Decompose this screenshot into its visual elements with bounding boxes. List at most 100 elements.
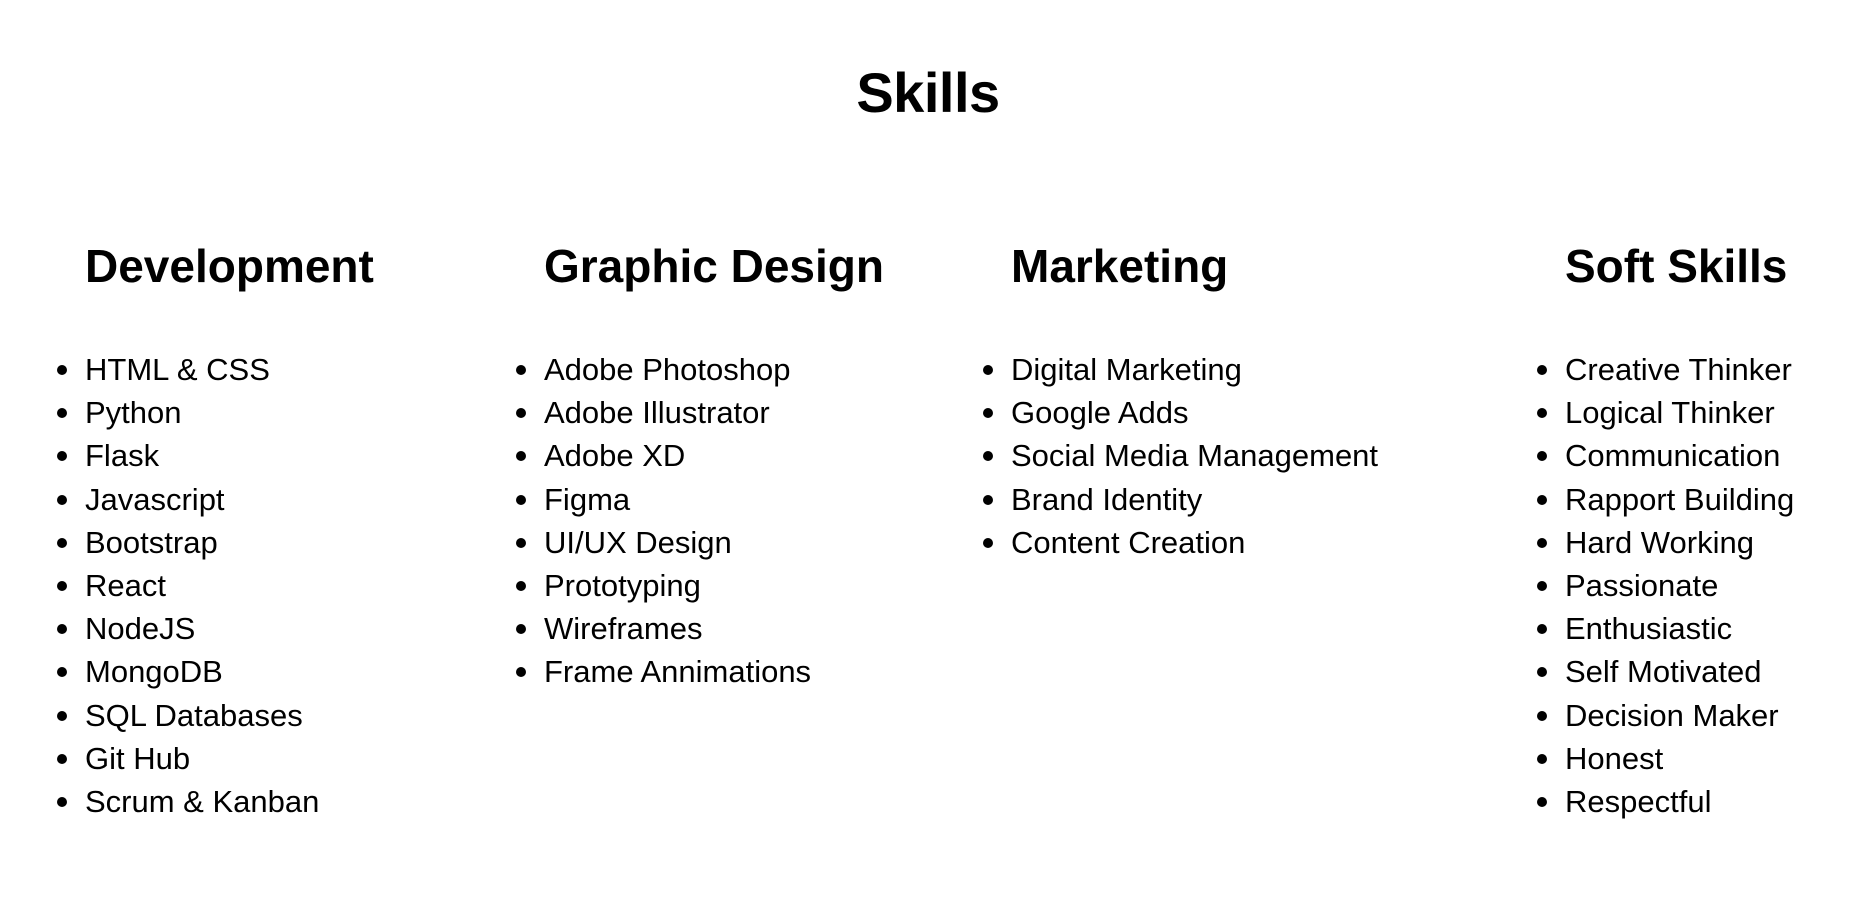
bullet-dot-icon — [983, 451, 993, 462]
skill-list-item: Honest — [1537, 737, 1794, 780]
skill-label: Scrum & Kanban — [85, 783, 320, 819]
skill-list-item: Adobe Photoshop — [516, 348, 811, 391]
skill-list-item: Respectful — [1537, 780, 1794, 823]
column-heading-marketing: Marketing — [1011, 240, 1229, 292]
skill-label: Adobe Illustrator — [544, 395, 770, 431]
skill-list-item: Brand Identity — [983, 478, 1378, 521]
bullet-dot-icon — [1537, 451, 1547, 462]
skill-label: Javascript — [85, 481, 225, 517]
skill-list-item: Adobe Illustrator — [516, 391, 811, 434]
skill-label: Hard Working — [1565, 524, 1754, 560]
bullet-dot-icon — [57, 365, 67, 375]
skill-label: NodeJS — [85, 611, 196, 647]
bullet-dot-icon — [1537, 710, 1547, 721]
skills-column-marketing: Marketing Digital Marketing Google Adds So… — [983, 236, 1378, 560]
skill-list-item: Google Adds — [983, 391, 1378, 434]
bullet-dot-icon — [516, 494, 526, 505]
skill-label: Wireframes — [544, 611, 703, 647]
skill-list-item: Adobe XD — [516, 434, 811, 477]
skill-list-item: Bootstrap — [57, 521, 319, 564]
skill-label: Enthusiastic — [1565, 611, 1733, 647]
skill-label: Content Creation — [1011, 524, 1246, 560]
skill-label: Python — [85, 395, 182, 431]
skill-list-item: Enthusiastic — [1537, 607, 1794, 650]
skill-list-item: Digital Marketing — [983, 348, 1378, 391]
skill-list-graphic-design: Adobe Photoshop Adobe Illustrator Adobe XD… — [516, 348, 811, 694]
skill-label: Brand Identity — [1011, 481, 1203, 517]
page-title: Skills — [856, 61, 1000, 124]
skill-list-item: MongoDB — [57, 650, 319, 693]
bullet-dot-icon — [983, 494, 993, 505]
skill-list-item: Passionate — [1537, 564, 1794, 607]
skills-column-graphic-design: Graphic Design Adobe Photoshop Adobe Illu… — [516, 236, 884, 689]
skill-label: Logical Thinker — [1565, 395, 1775, 431]
skill-label: Prototyping — [544, 567, 701, 603]
skill-label: Adobe Photoshop — [544, 352, 791, 387]
skill-label: Creative Thinker — [1565, 352, 1792, 387]
skill-list-item: UI/UX Design — [516, 521, 811, 564]
bullet-dot-icon — [57, 667, 67, 678]
bullet-dot-icon — [516, 624, 526, 635]
skills-column-soft-skills: Soft Skills Creative Thinker Logical Thin… — [1537, 236, 1794, 819]
skill-list-item: SQL Databases — [57, 694, 319, 737]
bullet-dot-icon — [516, 537, 526, 548]
skill-list-item: Prototyping — [516, 564, 811, 607]
skill-list-item: Hard Working — [1537, 521, 1794, 564]
skill-label: Bootstrap — [85, 524, 218, 560]
column-heading-development: Development — [85, 240, 374, 292]
skill-list-item: NodeJS — [57, 607, 319, 650]
skill-list-item: Decision Maker — [1537, 694, 1794, 737]
skill-label: Respectful — [1565, 783, 1712, 819]
skill-label: Social Media Management — [1011, 438, 1379, 474]
skill-label: Passionate — [1565, 567, 1719, 603]
skill-list-item: Communication — [1537, 434, 1794, 477]
bullet-dot-icon — [983, 408, 993, 419]
skill-label: Git Hub — [85, 740, 191, 776]
skill-list-item: Rapport Building — [1537, 478, 1795, 521]
skill-list-item: Flask — [57, 434, 319, 477]
bullet-dot-icon — [516, 451, 526, 462]
skill-list-item: HTML & CSS — [57, 348, 319, 391]
bullet-dot-icon — [1537, 494, 1547, 505]
skill-list-item: Social Media Management — [983, 434, 1379, 477]
skill-list-item: Content Creation — [983, 521, 1378, 564]
skill-list-item: Self Motivated — [1537, 650, 1794, 693]
skill-list-item: Scrum & Kanban — [57, 780, 320, 823]
bullet-dot-icon — [516, 580, 526, 591]
bullet-dot-icon — [516, 408, 526, 419]
bullet-dot-icon — [983, 365, 993, 375]
bullet-dot-icon — [983, 537, 993, 548]
bullet-dot-icon — [1537, 537, 1547, 548]
skill-list-item: Creative Thinker — [1537, 348, 1794, 391]
skill-label: Flask — [85, 438, 160, 474]
bullet-dot-icon — [57, 796, 67, 807]
skill-label: Self Motivated — [1565, 654, 1762, 690]
bullet-dot-icon — [57, 710, 67, 721]
skill-label: Digital Marketing — [1011, 352, 1242, 387]
bullet-dot-icon — [57, 580, 67, 591]
skill-list-item: Frame Annimations — [516, 650, 811, 693]
skill-label: MongoDB — [85, 654, 223, 690]
skill-label: HTML & CSS — [85, 352, 270, 387]
bullet-dot-icon — [1537, 667, 1547, 678]
skill-label: Rapport Building — [1565, 481, 1795, 517]
skills-column-development: Development HTML & CSS Python Flask Javascr… — [57, 236, 374, 819]
skill-list-item: Wireframes — [516, 607, 811, 650]
skill-list-item: Git Hub — [57, 737, 319, 780]
bullet-dot-icon — [516, 365, 526, 375]
skill-label: Decision Maker — [1565, 697, 1779, 733]
bullet-dot-icon — [1537, 624, 1547, 635]
bullet-dot-icon — [1537, 796, 1547, 807]
skill-list-development: HTML & CSS Python Flask Javascript Bootstrap… — [57, 348, 320, 823]
bullet-dot-icon — [516, 667, 526, 678]
bullet-dot-icon — [1537, 408, 1547, 419]
bullet-dot-icon — [57, 408, 67, 419]
bullet-dot-icon — [57, 753, 67, 764]
skill-label: Adobe XD — [544, 438, 686, 474]
skill-label: UI/UX Design — [544, 524, 732, 560]
bullet-dot-icon — [57, 494, 67, 505]
bullet-dot-icon — [1537, 753, 1547, 764]
skill-list-item: Figma — [516, 478, 811, 521]
skill-label: SQL Databases — [85, 697, 303, 733]
bullet-dot-icon — [57, 624, 67, 635]
